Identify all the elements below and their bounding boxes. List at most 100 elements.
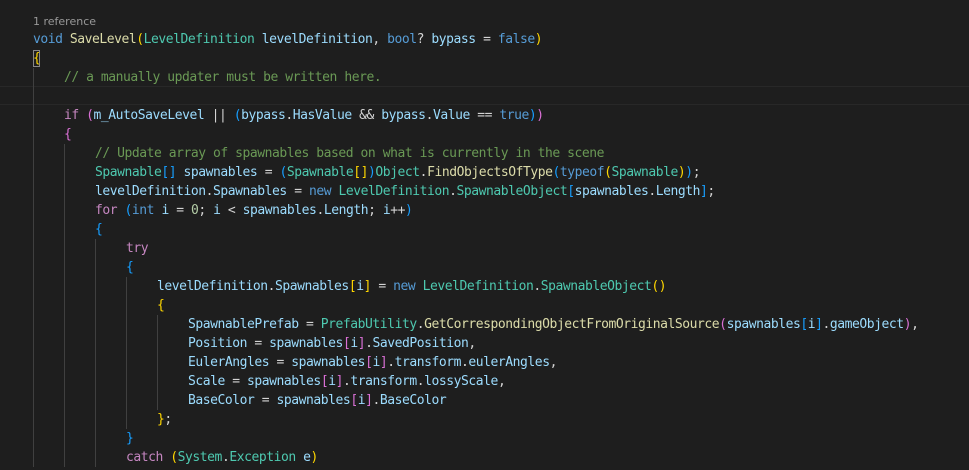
code-token: || bbox=[204, 108, 234, 123]
code-line[interactable]: if (m_AutoSaveLevel || (bypass.HasValue … bbox=[64, 106, 544, 125]
code-token: = bbox=[247, 336, 270, 351]
codelens-references-link[interactable]: 1 reference bbox=[33, 14, 96, 30]
code-line[interactable]: SpawnablePrefab = PrefabUtility.GetCorre… bbox=[188, 315, 919, 334]
code-token: { bbox=[157, 298, 165, 313]
code-token: () bbox=[651, 279, 667, 294]
code-line[interactable]: { bbox=[157, 296, 165, 315]
code-token: transform bbox=[350, 374, 417, 389]
code-token: = bbox=[286, 184, 309, 199]
code-token: = bbox=[224, 374, 248, 389]
code-line[interactable]: levelDefinition.Spawnables = new LevelDe… bbox=[95, 182, 715, 201]
code-token: [] bbox=[353, 165, 369, 180]
code-token: typeof bbox=[559, 165, 605, 180]
code-token: ] bbox=[363, 279, 372, 294]
code-token: void bbox=[33, 32, 70, 47]
code-token: ] bbox=[815, 317, 823, 332]
code-token: , bbox=[468, 336, 476, 351]
code-token: = bbox=[371, 279, 394, 294]
code-token: bool bbox=[387, 32, 417, 47]
code-line[interactable]: catch (System.Exception e) bbox=[126, 448, 318, 467]
code-token: Spawnable bbox=[286, 165, 354, 180]
code-token: BaseColor bbox=[379, 393, 447, 408]
code-token: . bbox=[205, 184, 214, 199]
code-token: . bbox=[425, 108, 434, 123]
code-token: } bbox=[126, 431, 134, 446]
code-token: ( bbox=[233, 108, 242, 123]
code-token: = bbox=[168, 203, 191, 218]
code-token: eulerAngles bbox=[468, 355, 550, 370]
code-line[interactable]: // a manually updater must be written he… bbox=[64, 68, 382, 87]
current-line-highlight bbox=[0, 86, 969, 105]
code-token: SpawnableObject bbox=[456, 184, 568, 199]
code-token: { bbox=[126, 260, 134, 275]
code-token: . bbox=[648, 184, 656, 199]
code-token: spawnables bbox=[242, 203, 317, 218]
indent-guide bbox=[33, 68, 34, 467]
indent-guide bbox=[157, 315, 158, 410]
code-token: ) bbox=[310, 450, 319, 465]
code-token: . bbox=[449, 184, 457, 199]
code-token: levelDefinition bbox=[95, 184, 206, 199]
code-line[interactable]: { bbox=[64, 125, 72, 144]
indent-guide bbox=[126, 277, 127, 429]
code-token: // a manually updater must be written he… bbox=[64, 70, 382, 85]
code-token: LevelDefinition bbox=[338, 184, 450, 199]
code-token: . bbox=[822, 317, 831, 332]
code-token: for bbox=[95, 203, 118, 218]
code-token: GetCorrespondingObjectFromOriginalSource bbox=[424, 317, 720, 332]
code-token: , bbox=[497, 374, 506, 389]
code-token: FindObjectsOfType bbox=[427, 165, 553, 180]
code-token: < bbox=[220, 203, 243, 218]
code-token: Spawnables bbox=[213, 184, 287, 199]
code-token: spawnables bbox=[276, 393, 351, 408]
code-token: ) bbox=[685, 165, 693, 180]
code-line[interactable]: levelDefinition.Spawnables[i] = new Leve… bbox=[157, 277, 667, 296]
code-token: spawnables bbox=[269, 336, 343, 351]
code-token: bypass bbox=[381, 108, 426, 123]
code-editor[interactable]: 1 reference void SaveLevel(LevelDefiniti… bbox=[0, 0, 969, 470]
code-token: ; bbox=[707, 184, 715, 199]
code-token: Spawnable bbox=[611, 165, 679, 180]
code-token: ( bbox=[719, 317, 727, 332]
code-line[interactable]: { bbox=[126, 258, 134, 277]
code-token: [ bbox=[350, 393, 358, 408]
code-line[interactable]: // Update array of spawnables based on w… bbox=[95, 144, 604, 163]
code-line[interactable]: Position = spawnables[i].SavedPosition, bbox=[188, 334, 476, 353]
code-token: , bbox=[372, 32, 388, 47]
code-line[interactable]: BaseColor = spawnables[i].BaseColor bbox=[188, 391, 447, 410]
code-line[interactable]: void SaveLevel(LevelDefinition levelDefi… bbox=[33, 30, 543, 49]
code-token: Object bbox=[375, 165, 420, 180]
code-line[interactable]: try bbox=[126, 239, 149, 258]
code-token: SaveLevel bbox=[69, 32, 137, 47]
code-token: . bbox=[533, 279, 541, 294]
code-token: System bbox=[177, 450, 223, 465]
code-token: spawnables bbox=[183, 165, 258, 180]
code-line[interactable]: } bbox=[126, 429, 134, 448]
code-token: true bbox=[499, 108, 529, 123]
code-token: levelDefinition bbox=[157, 279, 268, 294]
code-token: ( bbox=[170, 450, 178, 465]
code-line[interactable]: Spawnable[] spawnables = (Spawnable[])Ob… bbox=[95, 163, 701, 182]
code-token: , bbox=[549, 355, 558, 370]
code-token: catch bbox=[126, 450, 163, 465]
code-token: i bbox=[328, 374, 336, 389]
code-token: ? bbox=[416, 32, 432, 47]
code-token: . bbox=[387, 355, 395, 370]
code-token: Position bbox=[188, 336, 248, 351]
code-token: ; bbox=[164, 412, 172, 427]
code-token: ; bbox=[692, 165, 701, 180]
code-line[interactable]: for (int i = 0; i < spawnables.Length; i… bbox=[95, 201, 413, 220]
code-token: ( bbox=[124, 203, 133, 218]
code-line[interactable]: { bbox=[95, 220, 103, 239]
code-line[interactable]: }; bbox=[157, 410, 172, 429]
code-line[interactable]: Scale = spawnables[i].transform.lossySca… bbox=[188, 372, 506, 391]
code-token: SpawnablePrefab bbox=[188, 317, 299, 332]
code-line[interactable]: EulerAngles = spawnables[i].transform.eu… bbox=[188, 353, 557, 372]
code-token: int bbox=[131, 203, 155, 218]
code-token: spawnables bbox=[247, 374, 321, 389]
code-token: LevelDefinition bbox=[143, 32, 255, 47]
